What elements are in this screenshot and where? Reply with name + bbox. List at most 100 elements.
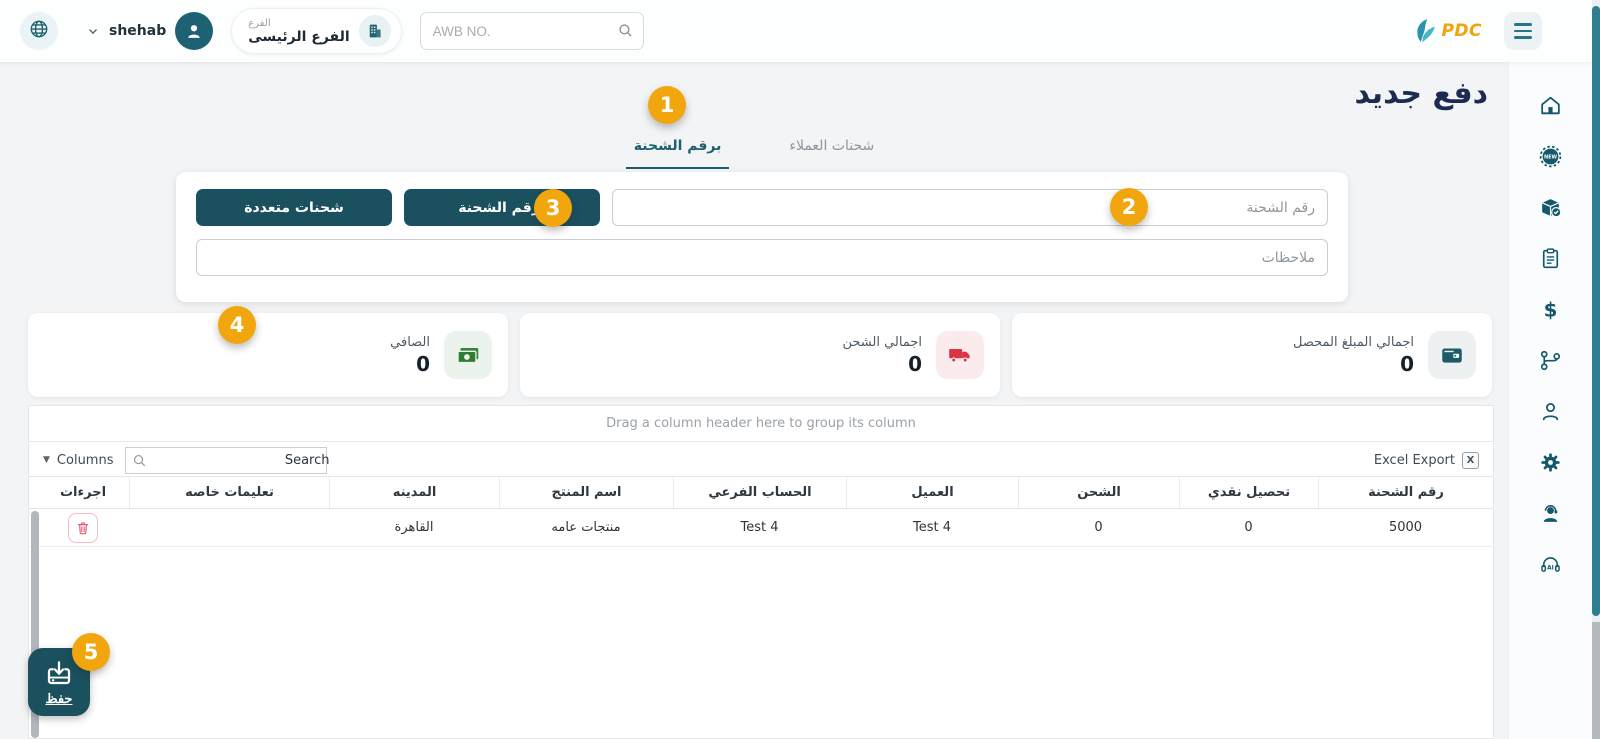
- top-header: shehab الفرع الفرع الرئيسى AWB NO. PDC: [0, 0, 1600, 62]
- scrollbar-thumb[interactable]: [1592, 6, 1600, 616]
- user-name: shehab: [109, 23, 167, 39]
- ai-assistant-icon[interactable]: AI: [1538, 551, 1564, 577]
- stat-value: 0: [416, 351, 430, 376]
- cell-shipping: 0: [1094, 520, 1103, 535]
- column-header-special-instructions[interactable]: تعليمات خاصه: [129, 477, 329, 508]
- cell-city: القاهرة: [394, 520, 434, 535]
- column-header-product-name[interactable]: اسم المنتج: [499, 477, 673, 508]
- column-header-city[interactable]: المدينه: [329, 477, 499, 508]
- trash-icon: [77, 521, 89, 534]
- stat-card-net: الصافي 0: [28, 313, 508, 397]
- sidebar-nav: NEW $ AI: [1508, 62, 1592, 739]
- user-icon[interactable]: [1538, 398, 1564, 424]
- dollar-icon[interactable]: $: [1538, 296, 1564, 322]
- annotation-badge-4: 4: [218, 306, 256, 344]
- excel-export-label: Excel Export: [1373, 452, 1455, 468]
- globe-icon: [28, 18, 50, 44]
- chevron-down-icon: [86, 24, 100, 38]
- clipboard-icon[interactable]: [1538, 245, 1564, 271]
- awb-search-input[interactable]: [419, 12, 644, 50]
- awb-search: [419, 12, 644, 50]
- wallet-icon: [1428, 331, 1476, 379]
- main-content: دفع جديد شحنات العملاء برقم الشحنة برقم …: [0, 62, 1508, 739]
- payment-form-card: برقم الشحنة شحنات متعددة: [176, 172, 1348, 302]
- column-header-shipment-number[interactable]: رقم الشحنة: [1318, 477, 1493, 508]
- support-agent-icon[interactable]: [1538, 500, 1564, 526]
- stat-value: 0: [1400, 351, 1414, 376]
- package-check-icon[interactable]: [1538, 194, 1564, 220]
- delete-row-button[interactable]: [68, 512, 98, 543]
- svg-text:AI: AI: [1547, 565, 1554, 571]
- notes-input[interactable]: [196, 239, 1328, 276]
- multiple-shipments-button[interactable]: شحنات متعددة: [196, 189, 392, 226]
- stat-label: اجمالي المبلغ المحصل: [1292, 334, 1414, 350]
- cell-cash-collection: 0: [1244, 520, 1253, 535]
- cell-client: Test 4: [913, 520, 952, 535]
- cell-product-name: منتجات عامه: [551, 520, 621, 535]
- page-scrollbar[interactable]: [1592, 0, 1600, 739]
- cell-sub-account: Test 4: [740, 520, 779, 535]
- column-header-sub-account[interactable]: الحساب الفرعي: [673, 477, 846, 508]
- dropdown-arrow-icon: ▼: [43, 455, 50, 465]
- svg-text:$: $: [1544, 298, 1558, 321]
- excel-export-button[interactable]: Excel Export X: [1373, 451, 1479, 469]
- scrollbar-track-end: [1592, 622, 1600, 739]
- hamburger-icon: [1514, 23, 1532, 26]
- column-chooser-button[interactable]: ▼ Columns: [43, 453, 113, 468]
- grid-toolbar: ▼ Columns Excel Export X: [29, 442, 1493, 476]
- column-header-actions[interactable]: اجرءات: [37, 477, 129, 508]
- avatar: [175, 12, 214, 50]
- truck-icon: [936, 331, 984, 379]
- stat-label: الصافي: [390, 334, 430, 350]
- grid-search: [125, 446, 330, 474]
- save-button-label: حفظ: [45, 690, 73, 706]
- branch-caption: الفرع: [248, 17, 271, 29]
- search-icon: [134, 454, 146, 466]
- stat-value: 0: [908, 351, 922, 376]
- search-icon: [617, 22, 634, 43]
- annotation-badge-3: 3: [534, 189, 572, 227]
- column-header-cash-collection[interactable]: تحصيل نقدي: [1179, 477, 1318, 508]
- annotation-badge-2: 2: [1110, 188, 1148, 226]
- shipments-grid: Drag a column header here to group its c…: [28, 405, 1494, 739]
- columns-label: Columns: [56, 452, 114, 468]
- annotation-badge-1: 1: [648, 86, 686, 124]
- shipment-number-input[interactable]: [612, 189, 1328, 226]
- column-header-client[interactable]: العميل: [846, 477, 1018, 508]
- cell-actions: [37, 509, 129, 546]
- table-row: 5000 0 0 Test 4 Test 4 منتجات عامه القاه…: [29, 509, 1493, 547]
- logo-leaf-icon: [1417, 19, 1436, 43]
- menu-toggle-button[interactable]: [1504, 12, 1542, 50]
- pdc-logo: PDC: [1411, 16, 1482, 46]
- branch-network-icon[interactable]: [1538, 347, 1564, 373]
- language-globe-button[interactable]: [20, 12, 58, 50]
- cell-special-instructions: [129, 509, 329, 546]
- stat-label: اجمالي الشحن: [842, 334, 922, 350]
- save-icon: [47, 660, 71, 684]
- settings-gear-icon[interactable]: [1538, 449, 1564, 475]
- building-icon: [358, 15, 391, 47]
- home-icon[interactable]: [1538, 92, 1564, 118]
- app-root: shehab الفرع الفرع الرئيسى AWB NO. PDC N…: [0, 0, 1600, 739]
- new-badge-icon[interactable]: NEW: [1538, 143, 1564, 169]
- group-panel-hint: Drag a column header here to group its c…: [29, 406, 1493, 442]
- tab-customer-shipments[interactable]: شحنات العملاء: [781, 134, 882, 169]
- annotation-badge-5: 5: [72, 633, 110, 671]
- person-icon: [188, 25, 200, 38]
- grid-header-row: رقم الشحنة تحصيل نقدي الشحن العميل الحسا…: [29, 476, 1493, 509]
- tab-bar: شحنات العملاء برقم الشحنة: [0, 134, 1508, 169]
- logo-text: PDC: [1441, 21, 1482, 41]
- stat-card-total-collected: اجمالي المبلغ المحصل 0: [1012, 313, 1492, 397]
- branch-selector[interactable]: الفرع الفرع الرئيسى: [231, 8, 402, 54]
- grid-search-input[interactable]: [159, 452, 330, 468]
- page-title: دفع جديد: [1354, 76, 1488, 111]
- tab-by-shipment-number[interactable]: برقم الشحنة: [625, 134, 730, 169]
- column-header-shipping[interactable]: الشحن: [1018, 477, 1179, 508]
- svg-text:NEW: NEW: [1544, 154, 1558, 160]
- cash-icon: [444, 331, 492, 379]
- excel-file-icon: X: [1462, 451, 1479, 469]
- cell-shipment-number: 5000: [1388, 520, 1423, 535]
- stat-card-total-shipping: اجمالي الشحن 0: [520, 313, 1000, 397]
- branch-name: الفرع الرئيسى: [248, 28, 350, 45]
- user-menu[interactable]: shehab: [86, 12, 214, 50]
